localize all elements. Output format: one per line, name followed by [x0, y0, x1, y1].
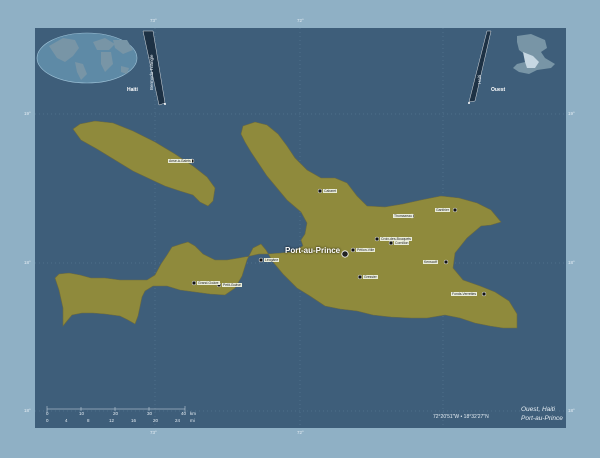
- town-dot-ganthier: [452, 207, 458, 213]
- world-inset-side-label: Bermuda Triangle: [149, 54, 154, 90]
- map-frame: Anse-à-Galets Cabaret Thomazeau Ganthier…: [0, 0, 600, 458]
- town-label: Cornillon: [394, 241, 410, 246]
- map-canvas: [35, 28, 566, 428]
- town-label: Ganthier: [435, 208, 451, 213]
- world-inset: [36, 30, 166, 106]
- town-dot-petion-ville: [350, 247, 356, 253]
- world-inset-label: Haiti: [127, 87, 138, 93]
- lat-tick-right-top: 19°: [568, 111, 575, 116]
- country-inset-label: Ouest: [491, 87, 506, 93]
- town-label: Léogâne: [264, 258, 280, 263]
- map-title: Ouest, Haiti: [521, 406, 555, 413]
- town-label: Gressier: [363, 275, 378, 280]
- map-panel[interactable]: Anse-à-Galets Cabaret Thomazeau Ganthier…: [35, 28, 566, 428]
- lon-tick-top-mid: 72°: [297, 18, 304, 23]
- scale-km-unit: km: [190, 411, 196, 416]
- gonave-island[interactable]: [72, 120, 216, 207]
- scale-km-30: 30: [147, 411, 153, 416]
- scale-km-40: 40: [181, 411, 187, 416]
- capital-label: Port-au-Prince: [285, 246, 341, 255]
- town-dot-grand-goave: [191, 280, 197, 286]
- lon-tick-bottom-left: 73°: [150, 430, 157, 435]
- lat-tick-left-mid: 18°: [24, 260, 31, 265]
- town-label: Fonds-Verrettes: [451, 292, 478, 297]
- scale-mi-0: 0: [46, 418, 49, 423]
- scale-km-0: 0: [46, 411, 49, 416]
- scale-mi-24: 24: [175, 418, 181, 423]
- town-label: Kenscoff: [423, 260, 439, 265]
- town-label: Pétion-Ville: [356, 248, 376, 253]
- scale-km-20: 20: [113, 411, 119, 416]
- town-dot-cabaret: [317, 188, 323, 194]
- town-label: Anse-à-Galets: [168, 159, 192, 164]
- scale-mi-20: 20: [153, 418, 159, 423]
- town-dot-cornillon: [388, 240, 394, 246]
- map-subtitle: Port-au-Prince: [521, 415, 563, 422]
- town-label: Grand-Goâve: [197, 281, 220, 286]
- town-dot-croix-des-bouquets: [374, 236, 380, 242]
- scale-mi-4: 4: [65, 418, 68, 423]
- town-dot-leogane: [258, 257, 264, 263]
- scale-mi-8: 8: [87, 418, 90, 423]
- scale-mi-unit: mi: [190, 418, 195, 423]
- town-dot-kenscoff: [443, 259, 449, 265]
- coordinates-readout: 72°20'51"W • 18°32'27"N: [433, 414, 489, 420]
- lon-tick-bottom-mid: 72°: [297, 430, 304, 435]
- town-label: Thomazeau: [393, 214, 413, 219]
- lon-tick-top-left: 73°: [150, 18, 157, 23]
- town-label: Petit-Goâve: [222, 283, 242, 288]
- capital-marker: [341, 250, 349, 258]
- lat-tick-right-bottom: 18°: [568, 408, 575, 413]
- scale-mi-16: 16: [131, 418, 137, 423]
- scale-km-10: 10: [79, 411, 85, 416]
- lat-tick-right-mid: 18°: [568, 260, 575, 265]
- lat-tick-left-bottom: 18°: [24, 408, 31, 413]
- country-inset: [468, 30, 563, 104]
- lat-tick-left-top: 19°: [24, 111, 31, 116]
- town-label: Cabaret: [323, 189, 338, 194]
- scale-mi-12: 12: [109, 418, 115, 423]
- town-dot-gressier: [357, 274, 363, 280]
- town-dot-fonds-verrettes: [481, 291, 487, 297]
- country-inset-side-label: Haiti: [477, 74, 482, 84]
